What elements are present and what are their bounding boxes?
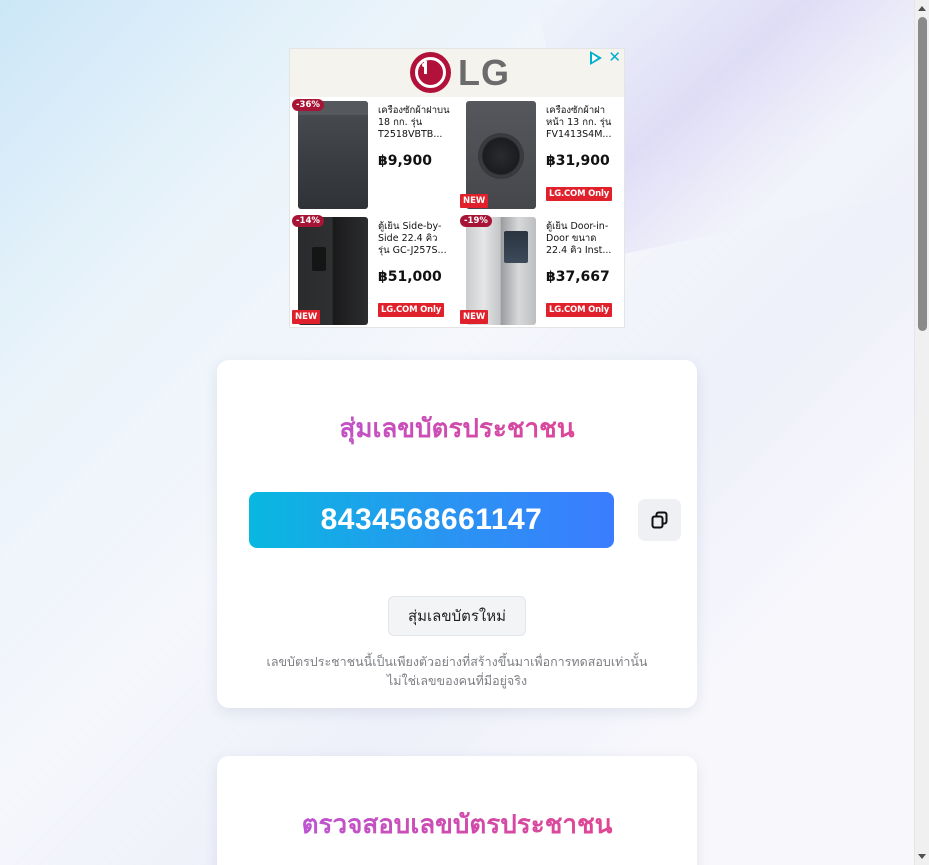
product-price: ฿9,900 [378,153,433,169]
ad-product-grid: -36% เครื่องซักผ้าฝาบน 18 กก. รุ่น T2518… [290,97,624,327]
ad-product[interactable]: -14% NEW ตู้เย็น Side-by-Side 22.4 คิว ร… [290,213,456,327]
ad-product[interactable]: NEW เครื่องซักผ้าฝาหน้า 13 กก. รุ่น FV14… [458,97,624,212]
refrigerator-image [298,217,368,325]
generator-title: สุ่มเลขบัตรประชาชน [217,408,697,449]
random-id-button[interactable]: สุ่มเลขบัตรใหม่ [388,596,526,636]
product-price: ฿51,000 [378,269,442,285]
ad-header: LG ✕ [290,49,624,97]
ad-product[interactable]: -19% NEW ตู้เย็น Door-in-Door ขนาด 22.4 … [458,213,624,327]
product-title: ตู้เย็น Door-in-Door ขนาด 22.4 คิว Inst.… [546,221,612,256]
close-icon[interactable]: ✕ [608,49,621,66]
discount-badge: -36% [292,99,324,111]
copy-button[interactable] [638,499,681,541]
product-title: เครื่องซักผ้าฝาบน 18 กก. รุ่น T2518VBTB.… [378,105,450,140]
discount-badge: -19% [460,215,492,227]
lg-logo-icon [410,52,451,93]
disclaimer-line-1: เลขบัตรประชาชนนี้เป็นเพียงตัวอย่างที่สร้… [266,654,648,669]
copy-icon [651,511,667,529]
product-title: เครื่องซักผ้าฝาหน้า 13 กก. รุ่น FV1413S4… [546,105,612,140]
adchoices-icon[interactable] [590,51,602,65]
lg-only-badge: LG.COM Only [546,303,613,317]
scrollbar-thumb[interactable] [918,17,927,331]
validator-title: ตรวจสอบเลขบัตรประชาชน [217,804,697,845]
ad-product[interactable]: -36% เครื่องซักผ้าฝาบน 18 กก. รุ่น T2518… [290,97,456,212]
scroll-down-icon[interactable] [918,854,926,859]
ad-brand-name: LG [458,52,510,93]
disclaimer-line-2: ไม่ใช่เลขของคนที่มีอยู่จริง [386,673,528,688]
id-generator-card: สุ่มเลขบัตรประชาชน 8434568661147 สุ่มเลข… [217,360,697,708]
disclaimer-note: เลขบัตรประชาชนนี้เป็นเพียงตัวอย่างที่สร้… [237,652,677,690]
id-validator-card: ตรวจสอบเลขบัตรประชาชน [217,756,697,865]
advertisement-banner[interactable]: LG ✕ -36% เครื่องซักผ้าฝาบน 18 กก. รุ่น … [289,48,625,328]
product-price: ฿31,900 [546,153,610,169]
washing-machine-image [466,101,536,209]
washing-machine-image [298,101,368,209]
new-badge: NEW [460,194,489,208]
page-scrollbar[interactable] [914,0,929,865]
product-title: ตู้เย็น Side-by-Side 22.4 คิว รุ่น GC-J2… [378,221,447,256]
refrigerator-image [466,217,536,325]
new-badge: NEW [460,310,489,324]
new-badge: NEW [292,310,321,324]
generated-id-number[interactable]: 8434568661147 [249,492,614,548]
discount-badge: -14% [292,215,324,227]
scroll-up-icon[interactable] [918,6,926,11]
lg-only-badge: LG.COM Only [378,303,445,317]
lg-only-badge: LG.COM Only [546,187,613,201]
product-price: ฿37,667 [546,269,610,285]
